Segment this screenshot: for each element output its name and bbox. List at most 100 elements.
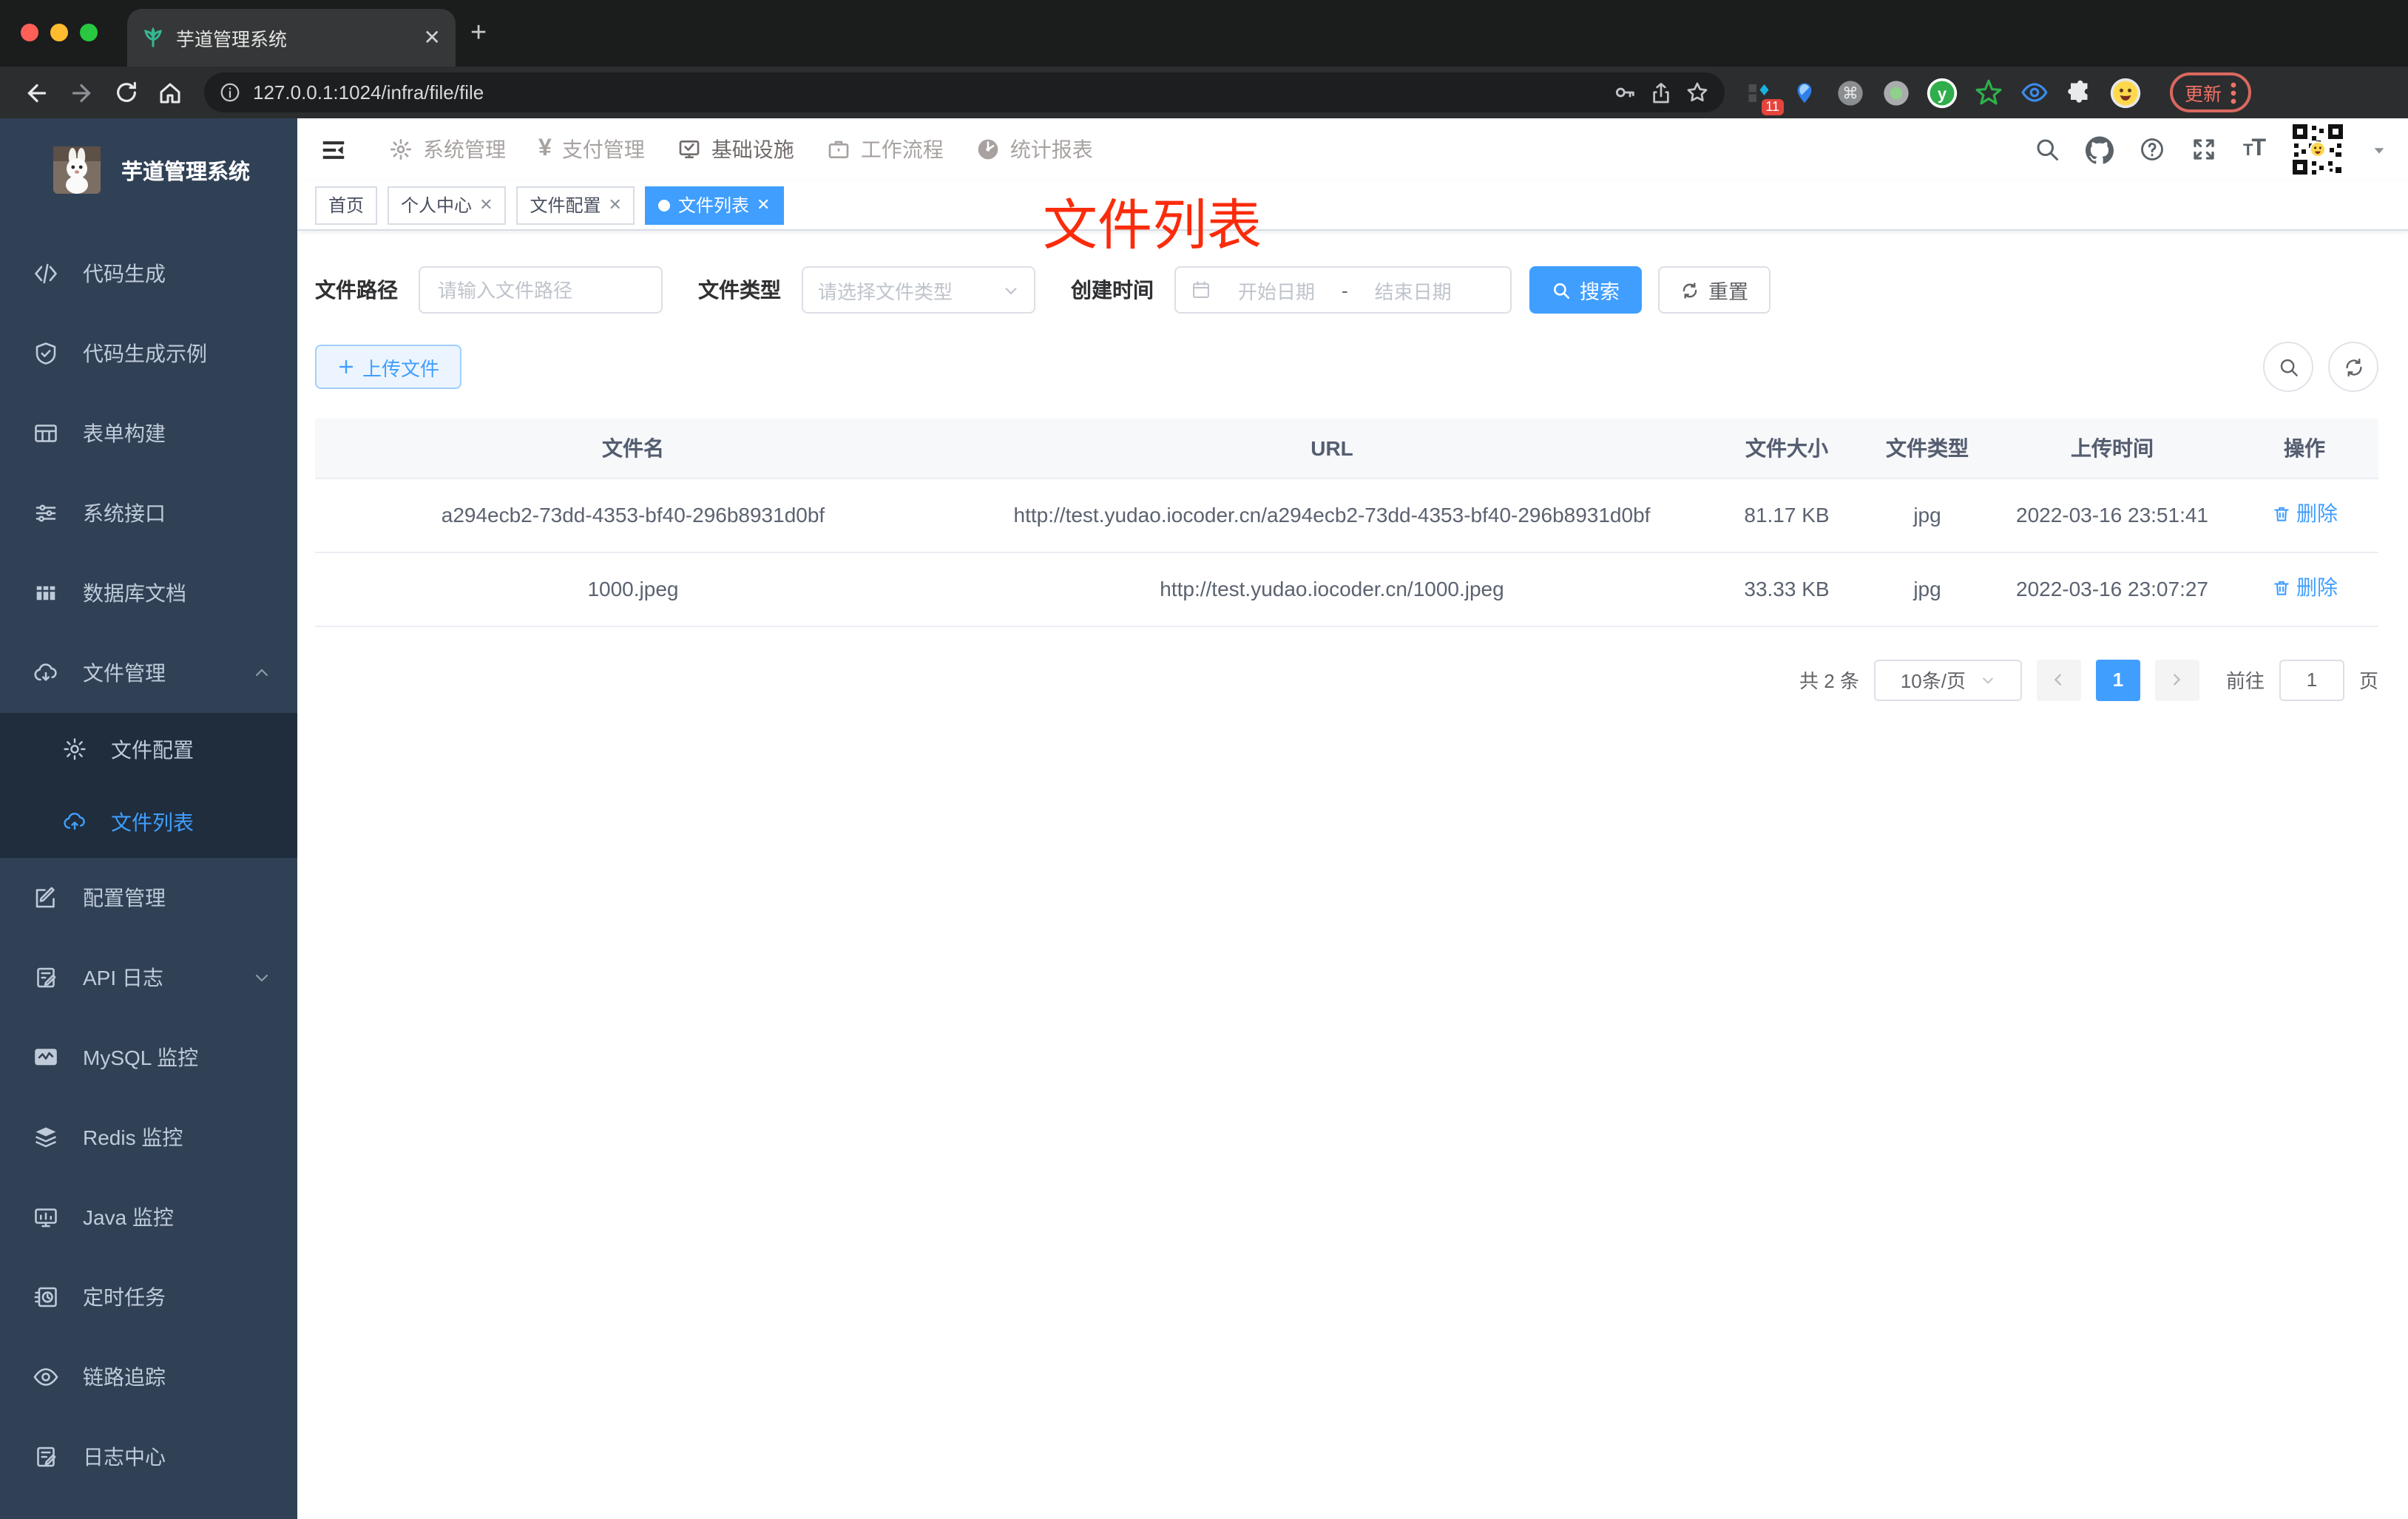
search-button[interactable]: 搜索	[1529, 266, 1642, 314]
cell-file-size: 81.17 KB	[1713, 478, 1861, 552]
sidebar-item-label: 代码生成	[83, 262, 166, 285]
font-size-icon[interactable]: TT	[2243, 136, 2266, 163]
sidebar-item-java-monitor[interactable]: Java 监控	[0, 1177, 297, 1257]
file-path-input[interactable]	[419, 266, 663, 314]
reset-button[interactable]: 重置	[1658, 266, 1771, 314]
main-area: 系统管理 ¥ 支付管理 基础设施 工作流程 统计报表 TT 首页 个人中心 ✕ …	[297, 118, 2408, 1519]
sidebar-item-file-list[interactable]: 文件列表	[0, 785, 297, 858]
forward-button[interactable]	[59, 79, 104, 106]
sidebar-menu: 代码生成 代码生成示例 表单构建 系统接口 数据库文档 文件管理 文件配置 文件…	[0, 234, 297, 1497]
page-unit-label: 页	[2358, 670, 2378, 692]
tag-close-icon[interactable]: ✕	[479, 195, 493, 214]
tag-profile[interactable]: 个人中心 ✕	[388, 186, 507, 224]
next-page-button[interactable]	[2154, 659, 2199, 700]
reload-button[interactable]	[104, 80, 148, 105]
sidebar-item-config-management[interactable]: 配置管理	[0, 858, 297, 938]
password-key-icon[interactable]	[1612, 80, 1637, 105]
sidebar-item-api-log[interactable]: API 日志	[0, 938, 297, 1018]
extension-puzzle-icon[interactable]	[2063, 76, 2096, 109]
end-date-placeholder[interactable]: 结束日期	[1360, 276, 1467, 304]
home-button[interactable]	[148, 79, 192, 106]
sidebar-item-code-generation[interactable]: 代码生成	[0, 234, 297, 314]
show-search-toggle-button[interactable]	[2263, 342, 2313, 392]
tag-file-list[interactable]: 文件列表 ✕	[645, 186, 784, 224]
tag-close-icon[interactable]: ✕	[609, 195, 622, 214]
refresh-icon	[2345, 357, 2361, 376]
sidebar-item-form-builder[interactable]: 表单构建	[0, 393, 297, 473]
help-icon[interactable]	[2140, 136, 2166, 163]
tag-home[interactable]: 首页	[315, 186, 378, 224]
url-text[interactable]: 127.0.0.1:1024/infra/file/file	[253, 81, 1600, 104]
search-icon[interactable]	[2035, 136, 2061, 163]
sidebar-item-scheduled-tasks[interactable]: 定时任务	[0, 1257, 297, 1337]
pagination: 共 2 条 10条/页 1 前往 页	[315, 659, 2378, 700]
page-number-current[interactable]: 1	[2095, 659, 2140, 700]
github-icon[interactable]	[2086, 135, 2114, 163]
topnav-item-workflow[interactable]: 工作流程	[827, 135, 944, 164]
browser-tab[interactable]: 芋道管理系统 ✕	[127, 9, 456, 67]
topnav-item-reports[interactable]: 统计报表	[976, 135, 1093, 164]
extension-tabs-icon[interactable]: 11	[1742, 76, 1784, 115]
sidebar-item-label: 文件配置	[111, 737, 194, 761]
tab-close-icon[interactable]: ✕	[424, 25, 441, 50]
refresh-table-button[interactable]	[2328, 342, 2378, 392]
extension-emoji-icon[interactable]	[2109, 76, 2142, 109]
prev-page-button[interactable]	[2036, 659, 2081, 700]
chevron-down-icon	[1005, 287, 1017, 294]
sidebar-item-system-api[interactable]: 系统接口	[0, 473, 297, 553]
window-zoom-button[interactable]	[80, 24, 98, 41]
top-navbar: 系统管理 ¥ 支付管理 基础设施 工作流程 统计报表 TT	[297, 118, 2408, 180]
fullscreen-icon[interactable]	[2191, 136, 2218, 163]
share-icon[interactable]	[1649, 81, 1673, 104]
bookmark-star-icon[interactable]	[1685, 80, 1710, 105]
sidebar-item-file-management[interactable]: 文件管理	[0, 633, 297, 713]
topnav-item-system[interactable]: 系统管理	[389, 135, 506, 164]
col-file-type: 文件类型	[1861, 419, 1994, 478]
sidebar-item-db-doc[interactable]: 数据库文档	[0, 553, 297, 633]
back-button[interactable]	[15, 79, 59, 106]
extension-balloon-icon[interactable]	[1788, 76, 1821, 109]
tag-file-config[interactable]: 文件配置 ✕	[516, 186, 635, 224]
goto-page-input[interactable]	[2279, 659, 2344, 700]
topnav-item-payment[interactable]: ¥ 支付管理	[538, 135, 645, 164]
cell-file-name: 1000.jpeg	[315, 552, 951, 626]
window-minimize-button[interactable]	[50, 24, 68, 41]
reset-button-label: 重置	[1708, 281, 1748, 303]
topnav-item-infrastructure[interactable]: 基础设施	[677, 135, 794, 164]
page-size-select[interactable]: 10条/页	[1873, 659, 2022, 700]
sidebar-item-label: Java 监控	[83, 1205, 174, 1229]
avatar[interactable]	[2290, 121, 2346, 177]
sidebar-item-log-center[interactable]: 日志中心	[0, 1417, 297, 1497]
sidebar-item-tracing[interactable]: 链路追踪	[0, 1337, 297, 1417]
sidebar-item-file-config[interactable]: 文件配置	[0, 713, 297, 785]
file-type-select[interactable]: 请选择文件类型	[802, 266, 1035, 314]
date-range-picker[interactable]: 开始日期 - 结束日期	[1174, 266, 1512, 314]
extension-eye-icon[interactable]	[2018, 76, 2050, 109]
delete-button[interactable]: 删除	[2271, 570, 2338, 604]
col-url: URL	[951, 419, 1713, 478]
window-close-button[interactable]	[21, 24, 38, 41]
chevron-up-icon	[253, 664, 271, 682]
extension-y-icon[interactable]: y	[1926, 76, 1958, 109]
tag-close-icon[interactable]: ✕	[757, 195, 770, 214]
delete-button[interactable]: 删除	[2271, 496, 2338, 530]
new-tab-button[interactable]: +	[470, 18, 487, 50]
start-date-placeholder[interactable]: 开始日期	[1223, 276, 1330, 304]
extension-record-icon[interactable]	[1880, 76, 1912, 109]
sidebar-item-mysql-monitor[interactable]: MySQL 监控	[0, 1018, 297, 1097]
sidebar-logo[interactable]: 芋道管理系统	[0, 118, 297, 216]
tags-view-bar: 首页 个人中心 ✕ 文件配置 ✕ 文件列表 ✕	[297, 180, 2408, 231]
chrome-update-button[interactable]: 更新	[2170, 72, 2252, 112]
sidebar-item-code-demo[interactable]: 代码生成示例	[0, 314, 297, 393]
address-bar[interactable]: 127.0.0.1:1024/infra/file/file	[204, 72, 1725, 112]
upload-file-button[interactable]: 上传文件	[315, 345, 462, 389]
site-info-icon[interactable]	[219, 81, 241, 104]
extension-star-icon[interactable]	[1972, 76, 2004, 109]
extension-command-icon[interactable]: ⌘	[1834, 76, 1867, 109]
avatar-caret-icon[interactable]	[2371, 141, 2387, 158]
logo-rabbit-image	[53, 146, 101, 194]
sidebar-collapse-icon[interactable]	[309, 135, 356, 163]
sidebar-item-label: 配置管理	[83, 886, 166, 910]
date-separator: -	[1342, 279, 1348, 301]
sidebar-item-redis-monitor[interactable]: Redis 监控	[0, 1097, 297, 1177]
